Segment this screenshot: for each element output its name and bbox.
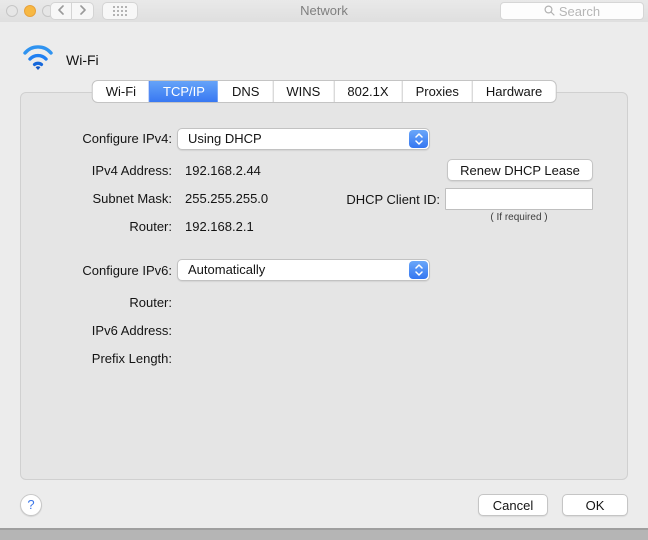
tab-wins[interactable]: WINS: [272, 81, 333, 102]
show-all-button[interactable]: [102, 2, 138, 20]
tab-8021x[interactable]: 802.1X: [333, 81, 401, 102]
network-preferences-window: Network Search: [0, 0, 648, 540]
forward-button[interactable]: [72, 2, 94, 20]
grid-icon: [113, 6, 128, 17]
help-button[interactable]: ?: [20, 494, 42, 516]
configure-ipv4-selected-value: Using DHCP: [188, 131, 262, 146]
configure-ipv4-dropdown[interactable]: Using DHCP: [177, 128, 430, 150]
tab-hardware[interactable]: Hardware: [472, 81, 555, 102]
subnet-mask-value: 255.255.255.0: [185, 191, 268, 206]
dropdown-stepper-icon: [409, 261, 428, 279]
dropdown-stepper-icon: [409, 130, 428, 148]
dhcp-client-id-input[interactable]: [445, 188, 593, 210]
tab-bar: Wi-Fi TCP/IP DNS WINS 802.1X Proxies Har…: [92, 80, 557, 103]
dhcp-client-id-hint: ( If required ): [445, 212, 593, 223]
ipv4-router-label: Router:: [0, 219, 172, 234]
minimize-button[interactable]: [24, 5, 36, 17]
connection-header: Wi-Fi: [22, 44, 99, 76]
cancel-button[interactable]: Cancel: [478, 494, 548, 516]
ipv4-address-label: IPv4 Address:: [0, 163, 172, 178]
ipv6-router-label: Router:: [0, 295, 172, 310]
configure-ipv6-selected-value: Automatically: [188, 262, 265, 277]
tab-content-panel: [20, 92, 628, 480]
search-input[interactable]: Search: [500, 2, 644, 20]
close-button[interactable]: [6, 5, 18, 17]
connection-name: Wi-Fi: [66, 52, 99, 68]
titlebar: Network Search: [0, 0, 648, 22]
dhcp-client-id-label: DHCP Client ID:: [300, 192, 440, 207]
renew-dhcp-lease-button[interactable]: Renew DHCP Lease: [447, 159, 593, 181]
tab-dns[interactable]: DNS: [218, 81, 272, 102]
configure-ipv6-label: Configure IPv6:: [0, 263, 172, 278]
wifi-icon: [22, 44, 54, 76]
ipv4-router-value: 192.168.2.1: [185, 219, 254, 234]
search-placeholder: Search: [559, 4, 600, 19]
back-button[interactable]: [50, 2, 72, 20]
chevron-right-icon: [79, 2, 87, 20]
ipv4-address-value: 192.168.2.44: [185, 163, 261, 178]
nav-history-buttons: [50, 2, 94, 20]
configure-ipv4-label: Configure IPv4:: [0, 131, 172, 146]
subnet-mask-label: Subnet Mask:: [0, 191, 172, 206]
desktop-background-strip: [0, 530, 648, 540]
ok-button[interactable]: OK: [562, 494, 628, 516]
chevron-left-icon: [57, 2, 65, 20]
tab-wifi[interactable]: Wi-Fi: [93, 81, 149, 102]
search-icon: [544, 4, 555, 19]
ipv6-address-label: IPv6 Address:: [0, 323, 172, 338]
configure-ipv6-dropdown[interactable]: Automatically: [177, 259, 430, 281]
tab-proxies[interactable]: Proxies: [402, 81, 472, 102]
prefix-length-label: Prefix Length:: [0, 351, 172, 366]
tab-tcpip[interactable]: TCP/IP: [149, 81, 218, 102]
